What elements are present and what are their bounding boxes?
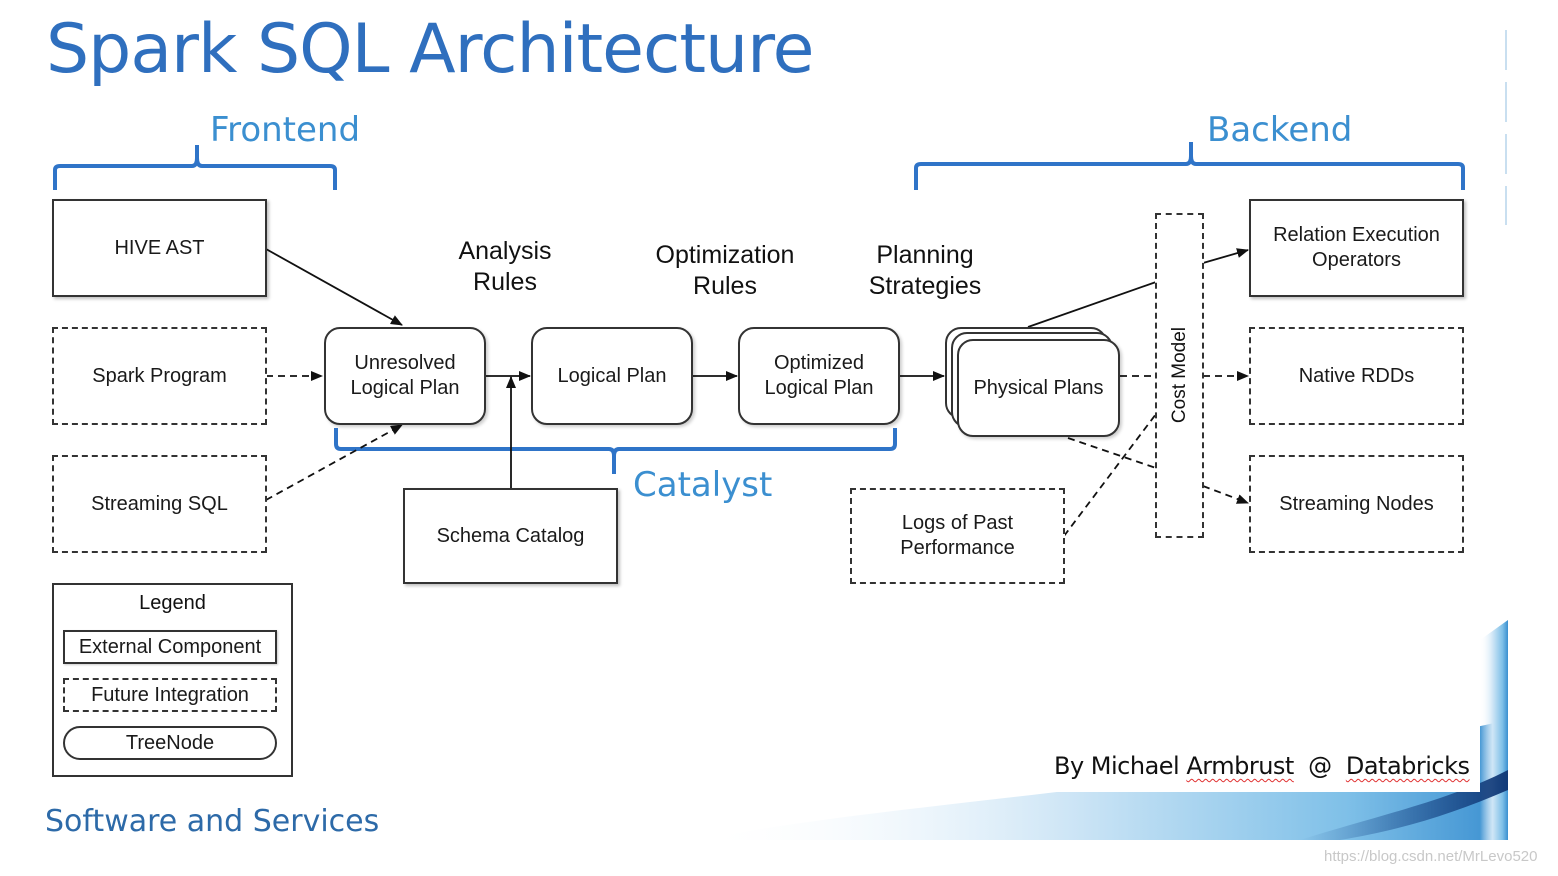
optimized-logical-plan-node[interactable]: Optimized Logical Plan <box>738 327 900 425</box>
legend-future-label: Future Integration <box>91 683 249 706</box>
logical-plan-label: Logical Plan <box>557 364 667 387</box>
optimization-rules-line2: Rules <box>693 272 757 301</box>
author-byline: By Michael Armbrust @ Databricks <box>1054 752 1470 780</box>
legend-treenode-label: TreeNode <box>125 731 215 754</box>
planning-strategies-line1: Planning <box>876 241 974 269</box>
analysis-rules-line1: Analysis <box>458 237 552 265</box>
catalyst-brace <box>334 428 897 474</box>
unresolved-line2: Logical Plan <box>350 377 460 399</box>
native-rdds-label: Native RDDs <box>1298 364 1415 387</box>
schema-catalog-label: Schema Catalog <box>436 524 585 547</box>
byline-company: Databricks <box>1345 752 1470 780</box>
frontend-brace <box>53 145 337 190</box>
relation-execution-operators-box[interactable]: Relation Execution Operators <box>1249 199 1464 297</box>
watermark: https://blog.csdn.net/MrLevo520 <box>1324 848 1538 865</box>
logs-line1: Logs of Past <box>901 512 1014 534</box>
edge-physical-costmodel-lower <box>1067 437 1157 469</box>
streaming-nodes-box[interactable]: Streaming Nodes <box>1249 455 1464 553</box>
optimization-rules-line1: Optimization <box>655 241 795 269</box>
spark-program-label: Spark Program <box>92 364 227 387</box>
relation-line2: Operators <box>1312 249 1401 271</box>
legend-external-component: External Component <box>63 630 277 664</box>
unresolved-logical-plan-node[interactable]: Unresolved Logical Plan <box>324 327 486 425</box>
edge-hive-unresolved <box>265 248 403 326</box>
backend-brace <box>914 142 1465 190</box>
optimized-line2: Logical Plan <box>764 377 874 399</box>
optimization-rules-label: Optimization Rules <box>640 240 810 303</box>
byline-prefix: By Michael <box>1054 752 1180 780</box>
legend-external-label: External Component <box>78 635 262 658</box>
cost-model-label: Cost Model <box>1169 326 1190 424</box>
byline-author: Armbrust <box>1186 752 1294 780</box>
logs-of-past-performance-box[interactable]: Logs of Past Performance <box>850 488 1065 584</box>
optimized-line1: Optimized <box>773 352 865 374</box>
legend-treenode: TreeNode <box>63 726 277 760</box>
planning-strategies-line2: Strategies <box>868 272 982 301</box>
analysis-rules-label: Analysis Rules <box>452 236 558 299</box>
relation-line1: Relation Execution <box>1273 224 1440 246</box>
section-catalyst: Catalyst <box>633 465 773 505</box>
streaming-sql-label: Streaming SQL <box>91 492 228 515</box>
unresolved-line1: Unresolved <box>354 352 456 374</box>
footer-software-services: Software and Services <box>45 804 380 839</box>
logs-line2: Performance <box>900 537 1015 559</box>
native-rdds-box[interactable]: Native RDDs <box>1249 327 1464 425</box>
edge-physical-costmodel <box>1027 281 1157 328</box>
logical-plan-node[interactable]: Logical Plan <box>531 327 693 425</box>
section-frontend: Frontend <box>210 110 361 150</box>
streaming-sql-box[interactable]: Streaming SQL <box>52 455 267 553</box>
section-backend: Backend <box>1207 110 1353 150</box>
legend-title: Legend <box>139 592 206 614</box>
slide: Spark SQL Architecture Frontend Backend … <box>0 0 1508 840</box>
schema-catalog-box[interactable]: Schema Catalog <box>403 488 618 584</box>
physical-plans-node[interactable]: Physical Plans <box>957 339 1120 437</box>
byline-at: @ <box>1308 752 1332 780</box>
spark-program-box[interactable]: Spark Program <box>52 327 267 425</box>
physical-plans-label: Physical Plans <box>973 376 1104 399</box>
hive-ast-box[interactable]: HIVE AST <box>52 199 267 297</box>
edge-costmodel-streaming <box>1202 485 1249 504</box>
hive-ast-label: HIVE AST <box>114 236 205 259</box>
analysis-rules-line2: Rules <box>473 268 537 297</box>
edge-costmodel-relation <box>1202 248 1249 264</box>
planning-strategies-label: Planning Strategies <box>856 240 994 303</box>
legend-future-integration: Future Integration <box>63 678 277 712</box>
streaming-nodes-label: Streaming Nodes <box>1279 492 1434 515</box>
